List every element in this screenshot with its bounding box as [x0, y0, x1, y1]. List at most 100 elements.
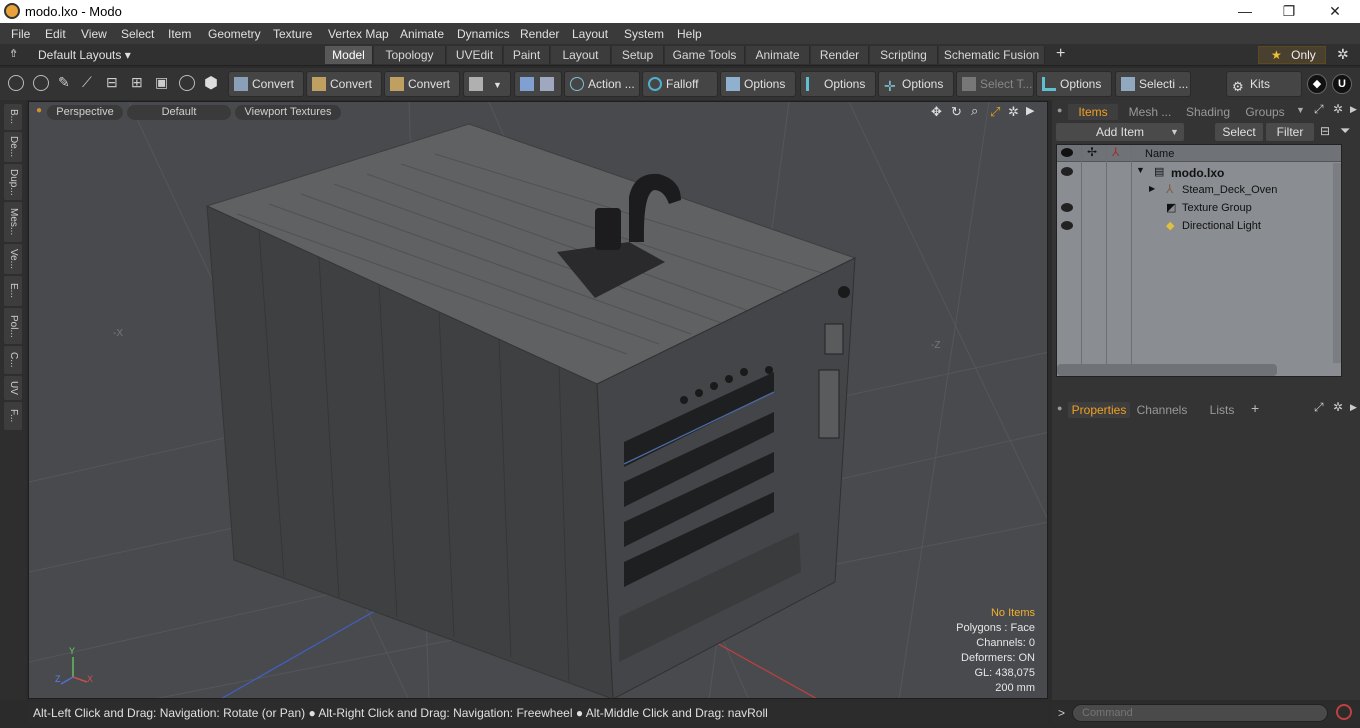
viewport-textures-button[interactable]: Viewport Textures [235, 105, 341, 120]
add-item-button[interactable]: Add Item [1056, 123, 1184, 141]
zoom-icon[interactable]: ⌕ [971, 103, 978, 119]
tab-properties[interactable]: Properties [1068, 402, 1130, 418]
unreal-icon[interactable]: U [1332, 74, 1352, 94]
menu-animate[interactable]: Animate [400, 27, 444, 41]
options-button-4[interactable]: Options [1036, 71, 1112, 97]
collapse-all-icon[interactable]: ⊟ [1320, 124, 1330, 138]
pan-icon[interactable]: ✥ [931, 104, 942, 120]
command-input[interactable] [1072, 704, 1328, 722]
scene-canvas[interactable]: Y X Z [29, 102, 1048, 699]
tree-row-texture-group[interactable]: ◩ Texture Group [1057, 199, 1341, 217]
material-icon[interactable]: ⊞ [131, 74, 143, 91]
menu-texture[interactable]: Texture [273, 27, 312, 41]
tab-shading[interactable]: Shading [1180, 104, 1236, 120]
convert-button-3[interactable]: Convert [384, 71, 460, 97]
item-mode-icon[interactable]: ▣ [155, 74, 168, 91]
menu-select[interactable]: Select [121, 27, 154, 41]
kits-button[interactable]: ⚙ Kits [1226, 71, 1302, 97]
left-tab-curve[interactable]: C... [4, 346, 22, 374]
menu-layout[interactable]: Layout [572, 27, 608, 41]
tabs-dropdown-icon[interactable]: ▼ [1296, 105, 1305, 115]
unity-icon[interactable]: ◆ [1307, 74, 1327, 94]
menu-render[interactable]: Render [520, 27, 559, 41]
select-vertices-icon[interactable] [8, 75, 24, 91]
restore-button[interactable]: ❐ [1266, 0, 1312, 23]
tab-items[interactable]: Items [1068, 104, 1118, 120]
gear-icon[interactable]: ✲ [1337, 46, 1349, 63]
tab-uvedit[interactable]: UVEdit [447, 46, 503, 64]
visibility-eye-icon[interactable] [1061, 167, 1073, 176]
viewport-settings-icon[interactable]: ✲ [1008, 104, 1019, 120]
tab-game-tools[interactable]: Game Tools [665, 46, 745, 64]
panel-gear-icon[interactable]: ✲ [1333, 102, 1343, 116]
horizontal-scrollbar[interactable] [1057, 364, 1277, 376]
menu-dynamics[interactable]: Dynamics [457, 27, 510, 41]
expand-arrow-icon[interactable]: ▶ [1149, 184, 1155, 193]
panel-expand-icon[interactable]: ⤢ [1314, 400, 1324, 415]
menu-edit[interactable]: Edit [45, 27, 66, 41]
filter-button[interactable]: Filter [1266, 123, 1314, 141]
vertical-scrollbar[interactable] [1333, 163, 1341, 363]
left-tab-fusion[interactable]: F... [4, 402, 22, 430]
tree-row-scene[interactable]: ▼ ▤ modo.lxo [1057, 163, 1341, 181]
action-button[interactable]: Action ... [564, 71, 640, 97]
menu-help[interactable]: Help [677, 27, 702, 41]
add-item-dropdown-icon[interactable]: ▼ [1170, 127, 1179, 137]
tab-paint[interactable]: Paint [504, 46, 550, 64]
options-button-1[interactable]: Options [720, 71, 796, 97]
minimize-button[interactable]: — [1222, 0, 1268, 23]
tab-schematic-fusion[interactable]: Schematic Fusion [939, 46, 1045, 64]
edge-icon[interactable]: ⟋ [82, 74, 92, 91]
tab-model[interactable]: Model [325, 46, 373, 64]
convert-button-2[interactable]: Convert [306, 71, 382, 97]
menu-system[interactable]: System [624, 27, 664, 41]
render-column-icon[interactable]: ⅄ [1112, 145, 1119, 159]
visibility-eye-icon[interactable] [1061, 221, 1073, 230]
left-tab-basic[interactable]: B... [4, 104, 22, 130]
pivot-icon[interactable] [179, 75, 195, 91]
falloff-button[interactable]: Falloff [642, 71, 718, 97]
lock-column-icon[interactable]: ✢ [1087, 145, 1097, 159]
tab-render[interactable]: Render [811, 46, 869, 64]
panel-menu-icon[interactable]: ● [1057, 403, 1062, 413]
polygon-icon[interactable]: ⊟ [106, 74, 118, 91]
menu-item[interactable]: Item [168, 27, 191, 41]
left-tab-duplicate[interactable]: Dup... [4, 164, 22, 200]
selection-button[interactable]: Selecti ... [1115, 71, 1191, 97]
options-button-2[interactable]: Options [800, 71, 876, 97]
left-tab-vertex[interactable]: Ve... [4, 244, 22, 274]
add-tab-button[interactable]: + [1251, 400, 1259, 416]
tab-lists[interactable]: Lists [1194, 402, 1250, 418]
options-button-3[interactable]: ✛ Options [878, 71, 954, 97]
symmetry-buttons[interactable] [514, 71, 562, 97]
maximize-viewport-icon[interactable]: ⤢ [990, 104, 1000, 120]
left-tab-uv[interactable]: UV [4, 376, 22, 400]
panel-expand-icon[interactable]: ⤢ [1314, 102, 1324, 117]
panel-menu-icon[interactable]: ● [1057, 105, 1062, 115]
3d-viewport[interactable]: Y X Z -X -Z ● Perspective Default Viewpo… [28, 101, 1048, 699]
left-tab-edge[interactable]: E... [4, 276, 22, 306]
globe-icon[interactable] [33, 75, 49, 91]
tree-row-mesh[interactable]: ▶ ⅄ Steam_Deck_Oven [1057, 181, 1341, 199]
tab-animate[interactable]: Animate [746, 46, 810, 64]
menu-file[interactable]: File [11, 27, 30, 41]
name-column-header[interactable]: Name [1145, 148, 1174, 160]
visibility-column-eye-icon[interactable] [1061, 148, 1073, 157]
panel-gear-icon[interactable]: ✲ [1333, 400, 1343, 414]
convert-button-1[interactable]: Convert [228, 71, 304, 97]
tab-setup[interactable]: Setup [612, 46, 664, 64]
select-t-button[interactable]: Select T... [956, 71, 1034, 97]
box-icon[interactable]: ⬢ [204, 73, 218, 93]
default-layouts-dropdown[interactable]: Default Layouts ▾ [38, 48, 131, 62]
funnel-icon[interactable]: ⏷ [1340, 123, 1350, 139]
viewport-expand-icon[interactable]: ▶ [1026, 104, 1034, 117]
pen-icon[interactable]: ✎ [58, 74, 70, 91]
left-tab-mesh-edit[interactable]: Mes... [4, 202, 22, 242]
items-tree[interactable]: ✢ ⅄ Name ▼ ▤ modo.lxo ▶ ⅄ Steam_Deck_Ove… [1056, 144, 1342, 377]
tab-groups[interactable]: Groups [1238, 104, 1292, 120]
left-tab-polygon[interactable]: Pol... [4, 308, 22, 344]
rotate-icon[interactable]: ↻ [951, 104, 962, 120]
tab-channels[interactable]: Channels [1134, 402, 1190, 418]
viewport-menu-icon[interactable]: ● [36, 105, 42, 116]
add-tab-button[interactable]: + [1056, 45, 1065, 63]
